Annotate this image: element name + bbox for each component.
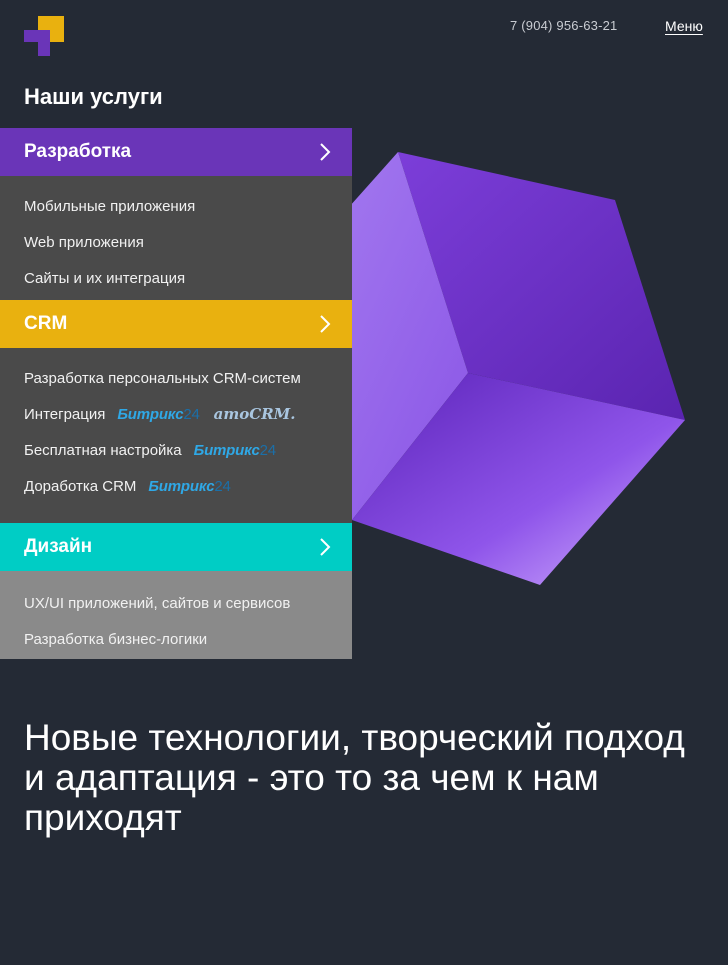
category-header-development[interactable]: Разработка <box>0 128 352 176</box>
chevron-right-icon <box>320 538 331 556</box>
chevron-right-icon <box>320 315 331 333</box>
menu-button[interactable]: Меню <box>665 18 703 34</box>
category-label: Разработка <box>24 141 132 162</box>
chevron-right-icon <box>320 143 331 161</box>
service-item-integration[interactable]: Интеграция Битрикс24 amoCRM. <box>24 396 352 432</box>
bitrix24-logo: Битрикс24 <box>117 405 200 423</box>
cube-illustration <box>300 152 685 585</box>
amocrm-logo: amoCRM. <box>213 405 296 423</box>
service-item-business-logic[interactable]: Разработка бизнес-логики <box>24 621 352 657</box>
category-development: Разработка Мобильные приложения Web прил… <box>0 128 352 300</box>
logo-icon[interactable] <box>24 16 64 56</box>
service-item-label: Интеграция <box>24 405 106 423</box>
service-item-sites-integration[interactable]: Сайты и их интеграция <box>24 260 352 296</box>
category-crm: CRM Разработка персональных CRM-систем И… <box>0 300 352 523</box>
service-item-custom-crm[interactable]: Разработка персональных CRM-систем <box>24 360 352 396</box>
service-item-web-apps[interactable]: Web приложения <box>24 224 352 260</box>
category-items: Разработка персональных CRM-систем Интег… <box>0 348 352 523</box>
services-list: Разработка Мобильные приложения Web прил… <box>0 128 352 659</box>
service-item-mobile-apps[interactable]: Мобильные приложения <box>24 188 352 224</box>
category-items: UX/UI приложений, сайтов и сервисов Разр… <box>0 571 352 659</box>
service-item-label: Разработка бизнес-логики <box>24 630 208 648</box>
phone-number[interactable]: 7 (904) 956-63-21 <box>510 18 617 33</box>
service-item-label: Мобильные приложения <box>24 197 196 215</box>
category-design: Дизайн UX/UI приложений, сайтов и сервис… <box>0 523 352 659</box>
service-item-label: Сайты и их интеграция <box>24 269 186 287</box>
category-items: Мобильные приложения Web приложения Сайт… <box>0 176 352 300</box>
category-header-design[interactable]: Дизайн <box>0 523 352 571</box>
service-item-ux-ui[interactable]: UX/UI приложений, сайтов и сервисов <box>24 585 352 621</box>
service-item-label: UX/UI приложений, сайтов и сервисов <box>24 594 291 612</box>
service-item-label: Разработка персональных CRM-систем <box>24 369 301 387</box>
hero-headline: Новые технологии, творческий подход и ад… <box>24 717 685 838</box>
service-item-label: Web приложения <box>24 233 144 251</box>
category-label: CRM <box>24 313 68 334</box>
category-label: Дизайн <box>24 536 93 557</box>
service-item-label: Доработка CRM <box>24 477 137 495</box>
service-item-label: Бесплатная настройка <box>24 441 182 459</box>
section-title: Наши услуги <box>24 84 163 109</box>
service-item-crm-improvement[interactable]: Доработка CRM Битрикс24 <box>24 468 352 504</box>
category-header-crm[interactable]: CRM <box>0 300 352 348</box>
bitrix24-logo: Битрикс24 <box>193 441 277 459</box>
bitrix24-logo: Битрикс24 <box>148 477 231 495</box>
service-item-free-setup[interactable]: Бесплатная настройка Битрикс24 <box>24 432 352 468</box>
